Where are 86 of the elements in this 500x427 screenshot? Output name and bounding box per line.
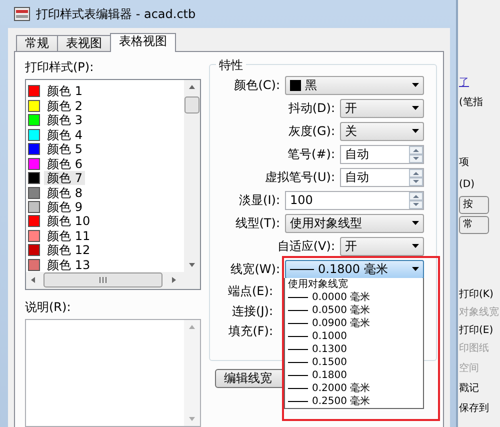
list-item[interactable]: 颜色 10 <box>44 214 94 228</box>
dropdown-option[interactable]: 0.2000 毫米 <box>312 382 370 395</box>
dropdown[interactable]: 使用对象线型 <box>285 214 424 232</box>
field-label: 淡显(I): <box>238 192 281 209</box>
field-label: 填充(F): <box>228 322 274 340</box>
dropdown-option[interactable]: 0.1500 <box>312 356 347 369</box>
caret-icon <box>412 221 419 225</box>
dropdown[interactable]: 关 <box>340 122 424 140</box>
tab[interactable]: 表格视图 <box>110 33 176 52</box>
dropdown-option[interactable]: 0.1800 <box>312 369 347 382</box>
line-sample-icon <box>288 401 308 402</box>
line-sample-icon <box>288 297 308 298</box>
list-item[interactable]: 颜色 3 <box>44 113 86 128</box>
line-sample-icon <box>288 349 308 350</box>
line-sample-icon <box>288 362 308 363</box>
spinner-arrows-icon <box>409 192 423 208</box>
background-text: 打印(K) <box>459 288 494 302</box>
list-item[interactable]: 颜色 7 <box>44 171 86 186</box>
list-item[interactable]: 颜色 1 <box>44 84 86 98</box>
list-item[interactable]: 颜色 2 <box>44 98 86 113</box>
field-label: 自适应(V): <box>276 238 336 255</box>
background-text: 打印(E) <box>459 324 494 338</box>
caret-icon <box>412 106 419 110</box>
dropdown[interactable]: 开 <box>340 236 424 256</box>
line-sample-icon <box>290 268 314 270</box>
background-text: 保存到 <box>459 402 490 416</box>
list-label: 打印样式(P): <box>25 59 95 76</box>
spin-field[interactable]: 100 <box>285 190 424 210</box>
line-sample-icon <box>288 388 308 389</box>
spin-field[interactable]: 自动 <box>340 168 424 186</box>
dropdown-option[interactable]: 0.1300 <box>312 343 347 356</box>
background-text: (D) <box>459 178 476 192</box>
field-label: 抖动(D): <box>287 100 336 117</box>
background-text: (笔指 <box>459 96 484 110</box>
background-text: 戳记 <box>459 382 480 396</box>
dropdown-option[interactable]: 0.1000 <box>312 330 347 343</box>
spin-field[interactable]: 自动 <box>340 144 424 164</box>
tab[interactable]: 表视图 <box>57 35 111 51</box>
background-text: 项 <box>459 156 470 170</box>
field-label: 线宽(W): <box>230 261 281 278</box>
lineweight-select[interactable]: 0.1800 毫米 <box>285 260 424 278</box>
window-icon <box>14 7 30 21</box>
field-label: 线型(T): <box>234 215 281 232</box>
background-text: 对象线宽 <box>459 306 500 320</box>
color-select[interactable]: 黑 <box>285 76 424 94</box>
list-item[interactable]: 颜色 12 <box>44 243 94 258</box>
caret-icon <box>412 83 419 87</box>
dropdown[interactable]: 开 <box>340 98 424 118</box>
caret-icon <box>412 267 419 271</box>
background-button[interactable]: 常 <box>459 216 489 234</box>
dropdown-option[interactable]: 0.0000 毫米 <box>312 291 370 304</box>
window-title: 打印样式表编辑器 - acad.ctb <box>36 6 196 23</box>
caret-icon <box>412 244 419 248</box>
list-item[interactable]: 颜色 4 <box>44 128 86 142</box>
description-field[interactable] <box>25 319 201 427</box>
field-label: 虚拟笔号(U): <box>264 169 336 186</box>
spinner-arrows-icon <box>409 146 423 162</box>
dropdown-option[interactable]: 0.0500 毫米 <box>312 304 370 317</box>
field-label: 颜色(C): <box>233 77 281 94</box>
line-sample-icon <box>288 323 308 324</box>
line-sample-icon <box>288 310 308 311</box>
field-label: 端点(E): <box>227 282 274 300</box>
group-title: 特性 <box>216 56 246 74</box>
description-label: 说明(R): <box>25 299 72 316</box>
plot-style-list[interactable]: 颜色 1 颜色 2 颜色 3 颜色 4 颜色 5 颜色 6 颜色 7 颜色 8 颜色 9 颜色 10 颜色 11 颜色 12 颜色 13 <box>25 79 201 290</box>
dropdown-option[interactable]: 0.2500 毫米 <box>312 395 370 408</box>
background-button[interactable]: 按 <box>459 196 489 214</box>
line-sample-icon <box>288 375 308 376</box>
list-item[interactable]: 颜色 6 <box>44 156 86 171</box>
caret-icon <box>412 129 419 133</box>
list-item[interactable]: 颜色 8 <box>44 186 86 200</box>
list-item[interactable]: 颜色 13 <box>44 258 94 272</box>
dropdown-option[interactable]: 使用对象线宽 <box>288 278 348 291</box>
list-item[interactable]: 颜色 5 <box>44 142 86 156</box>
line-sample-icon <box>288 336 308 337</box>
tab[interactable]: 常规 <box>16 35 58 51</box>
background-text: 印图纸 <box>459 342 490 356</box>
field-label: 灰度(G): <box>287 123 336 140</box>
field-label: 笔号(#): <box>286 146 336 163</box>
list-item[interactable]: 颜色 9 <box>44 200 86 214</box>
spinner-arrows-icon <box>409 168 423 186</box>
field-label: 连接(J): <box>231 302 274 320</box>
background-text: 空间 <box>459 362 480 376</box>
dropdown-option[interactable]: 0.0900 毫米 <box>312 317 370 330</box>
list-item[interactable]: 颜色 11 <box>44 228 94 243</box>
background-link[interactable]: 了 <box>459 76 500 90</box>
